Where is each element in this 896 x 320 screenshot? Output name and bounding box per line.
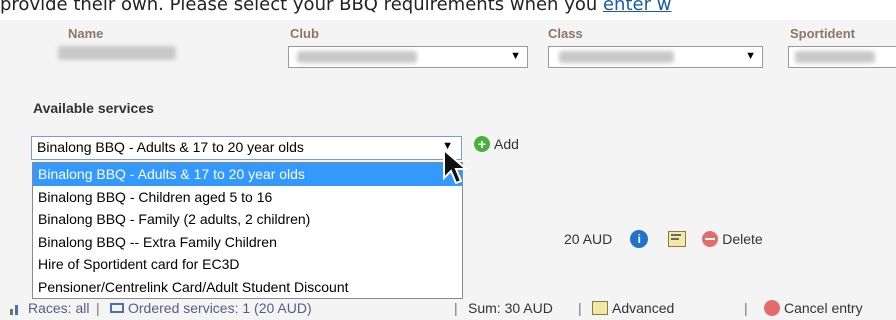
enter-link[interactable]: enter w	[603, 0, 671, 15]
class-select[interactable]: ▼	[548, 46, 763, 68]
separator: |	[454, 300, 458, 316]
class-value-redacted	[559, 51, 674, 63]
services-selected-value: Binalong BBQ - Adults & 17 to 20 year ol…	[37, 139, 304, 155]
separator: |	[96, 300, 100, 316]
dropdown-option[interactable]: Binalong BBQ - Adults & 17 to 20 year ol…	[33, 163, 462, 186]
participant-name-redacted	[58, 46, 176, 60]
races-item[interactable]: Races: all	[8, 300, 89, 316]
club-value-redacted	[297, 51, 417, 63]
intro-text: provide their own. Please select your BB…	[0, 0, 896, 20]
advanced-button[interactable]: Advanced	[592, 300, 674, 316]
dropdown-option[interactable]: Pensioner/Centrelink Card/Adult Student …	[33, 276, 462, 299]
cancel-entry-label: Cancel entry	[784, 300, 863, 316]
delete-icon[interactable]	[702, 231, 719, 247]
dropdown-option[interactable]: Binalong BBQ -- Extra Family Children	[33, 231, 462, 254]
sum-label: Sum: 30 AUD	[468, 300, 553, 316]
services-dropdown-list: Binalong BBQ - Adults & 17 to 20 year ol…	[32, 162, 463, 299]
add-service-button[interactable]: + Add	[474, 136, 519, 152]
header-club: Club	[290, 26, 319, 41]
races-label: Races: all	[28, 300, 90, 316]
dropdown-option[interactable]: Hire of Sportident card for EC3D	[33, 253, 462, 276]
ordered-services-item[interactable]: Ordered services: 1 (20 AUD)	[110, 300, 312, 316]
service-price: 20 AUD	[564, 231, 613, 247]
service-row: 20 AUD i Delete	[564, 230, 763, 248]
cancel-icon	[764, 300, 780, 316]
mouse-cursor-icon	[443, 148, 469, 185]
header-class: Class	[548, 26, 583, 41]
header-sportident: Sportident	[790, 26, 855, 41]
sportident-input[interactable]	[788, 46, 896, 68]
advanced-label: Advanced	[612, 300, 675, 316]
available-services-title: Available services	[33, 100, 154, 116]
edit-note-icon	[592, 301, 608, 315]
club-select[interactable]: ▼	[288, 46, 528, 68]
header-name: Name	[68, 26, 104, 41]
info-icon[interactable]: i	[630, 230, 649, 248]
add-label: Add	[494, 136, 519, 152]
cart-icon	[110, 303, 124, 313]
intro-text-prefix: provide their own. Please select your BB…	[0, 0, 603, 15]
separator: |	[578, 300, 582, 316]
chevron-down-icon: ▼	[510, 50, 521, 62]
sportident-value-redacted	[795, 51, 875, 63]
separator: |	[744, 300, 748, 316]
delete-button[interactable]: Delete	[722, 231, 762, 247]
services-select[interactable]: Binalong BBQ - Adults & 17 to 20 year ol…	[31, 136, 462, 160]
ordered-services-label: Ordered services: 1 (20 AUD)	[128, 300, 312, 316]
races-icon	[8, 301, 24, 315]
edit-note-icon[interactable]	[668, 231, 687, 247]
chevron-down-icon: ▼	[745, 50, 756, 62]
cancel-entry-button[interactable]: Cancel entry	[764, 300, 863, 316]
dropdown-option[interactable]: Binalong BBQ - Children aged 5 to 16	[33, 186, 462, 209]
plus-icon: +	[474, 136, 490, 152]
bottom-toolbar: Races: all | Ordered services: 1 (20 AUD…	[0, 300, 896, 320]
dropdown-option[interactable]: Binalong BBQ - Family (2 adults, 2 child…	[33, 208, 462, 231]
